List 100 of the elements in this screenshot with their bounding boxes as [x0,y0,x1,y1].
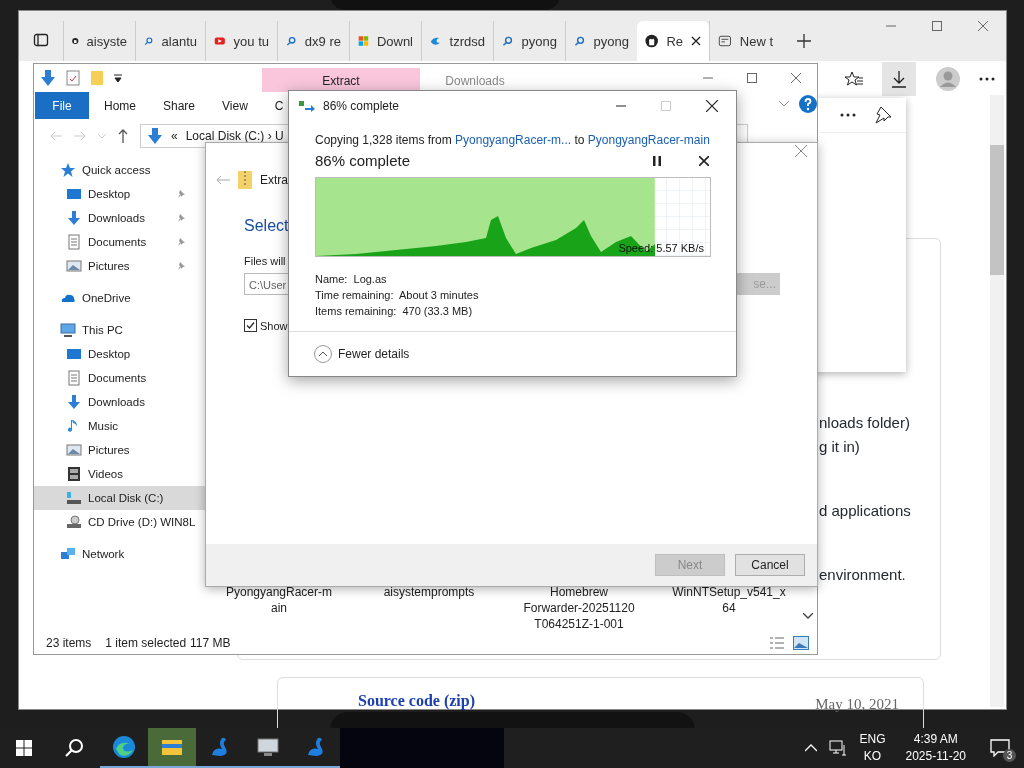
browser-tab[interactable]: Re [637,21,709,61]
monitor-icon[interactable] [256,735,280,759]
nav-item[interactable]: This PC [34,318,206,342]
destination-link[interactable]: PyongyangRacer-main [587,133,710,147]
ribbon-tab[interactable]: View [207,92,260,119]
file-name[interactable]: Homebrew Forwarder-20251120 T064251Z-1-001 [504,584,654,632]
page-text: environment. [819,566,907,583]
browser-tab[interactable]: tzrdsd [421,21,493,61]
nav-item[interactable]: CD Drive (D:) WIN8L [34,510,206,534]
download-link[interactable]: Source code (zip) [358,692,475,710]
network-icon [60,546,76,562]
up-icon[interactable] [118,129,128,143]
selection-size: 117 MB [190,636,231,650]
page-text: d applications [819,502,911,521]
nav-item[interactable]: Downloads [34,390,206,414]
message-icon [990,739,1010,757]
download-icon [66,394,82,410]
nav-item[interactable]: Videos [34,462,206,486]
browser-tab[interactable]: aisyste [63,21,135,61]
ribbon-tab[interactable]: Share [148,92,208,119]
tab-actions-icon[interactable] [33,32,49,48]
fewer-details-toggle[interactable]: Fewer details [314,345,410,363]
checkbox[interactable] [244,319,257,332]
breadcrumb-path[interactable]: Local Disk (C:) › U [185,129,284,143]
download-icon [66,210,82,226]
nav-item[interactable]: Network [34,542,206,566]
search-icon[interactable] [64,738,84,758]
browser-tab[interactable]: Downl [349,21,421,61]
maximize-icon[interactable] [932,21,942,31]
field-label: Files will [244,255,287,267]
browser-icon[interactable] [112,735,136,759]
nav-item[interactable]: Desktop [34,182,206,206]
thumbnail-view-icon[interactable] [793,636,809,650]
pc-icon [60,322,76,338]
window-title: 86% complete [323,99,400,113]
maximize-icon[interactable] [747,73,757,83]
release-date: May 10, 2021 [815,696,899,713]
pause-icon[interactable] [653,155,661,166]
browser-tab[interactable]: alantu [135,21,205,61]
file-menu-button[interactable]: File [35,92,89,119]
copy-icon [299,100,315,112]
avatar-icon[interactable] [935,67,960,91]
notifications-button[interactable]: 3 [986,734,1014,762]
video-icon [66,466,82,482]
scroll-down-icon[interactable] [803,613,813,619]
start-icon[interactable] [16,740,32,756]
nav-item[interactable]: Music [34,414,206,438]
pin-icon[interactable] [874,106,892,124]
nav-item[interactable]: Local Disk (C:) [34,486,206,510]
clock[interactable]: 4:39 AM 2025-11-20 [897,731,974,765]
dialog-title: Extra [260,173,288,187]
copy-summary: Copying 1,328 items from PyongyangRacer-m... to PyongyangRacer-main [315,133,711,147]
nav-item[interactable]: Downloads [34,206,206,230]
close-icon[interactable] [691,36,701,46]
close-icon[interactable] [706,100,718,112]
network-icon[interactable] [829,740,848,756]
help-icon[interactable] [799,95,817,113]
nav-item[interactable]: Desktop [34,342,206,366]
context-tab[interactable]: Downloads [430,68,520,92]
dialog-button[interactable]: Cancel [735,554,805,576]
cd-icon [66,514,82,530]
nav-item[interactable]: Pictures [34,438,206,462]
detail-text: Time remaining: About 3 minutes [315,288,480,303]
close-icon[interactable] [699,155,709,166]
zip-folder-icon [238,171,252,189]
chevron-icon[interactable] [779,101,789,107]
desktop-icon [66,346,82,362]
file-name[interactable]: aisystemprompts [354,584,504,632]
nav-item[interactable]: Documents [34,230,206,254]
browser-tab[interactable]: pyong [493,21,565,61]
download-icon [891,70,908,88]
file-name[interactable]: PyongyangRacer-m ain [204,584,354,632]
chevron-up-icon [314,345,332,363]
more-icon[interactable] [840,113,856,117]
more-icon[interactable] [979,77,996,81]
browser-tab[interactable]: dx9 re [277,21,349,61]
file-name[interactable]: WinNTSetup_v541_x 64 [654,584,804,632]
nav-item[interactable]: Documents [34,366,206,390]
scroll-thumb[interactable] [990,145,1004,275]
chevron-up-icon[interactable] [805,744,818,752]
scrollbar[interactable] [990,95,1004,707]
downloads-button[interactable] [882,62,917,96]
context-tab[interactable]: Extract [262,68,420,92]
browser-tab[interactable]: you tu [205,21,277,61]
favorites-icon[interactable] [844,70,863,88]
nav-item[interactable]: Quick access [34,158,206,182]
detail-text: Name: Log.as [315,272,388,287]
browser-tab[interactable]: New t [709,21,781,61]
document-icon [66,234,82,250]
properties-icon[interactable] [66,70,80,86]
breadcrumb-overflow[interactable]: « [171,129,178,143]
nav-item[interactable]: OneDrive [34,286,206,310]
page-icon [718,33,732,49]
nav-item[interactable]: Pictures [34,254,206,278]
language-indicator[interactable]: ENG KO [859,731,886,765]
new-tab-icon[interactable] [797,34,811,48]
caret-icon[interactable] [114,73,122,83]
ribbon-tab[interactable]: Home [89,92,148,119]
source-link[interactable]: PyongyangRacer-m... [455,133,572,147]
desktop-icon [66,186,82,202]
